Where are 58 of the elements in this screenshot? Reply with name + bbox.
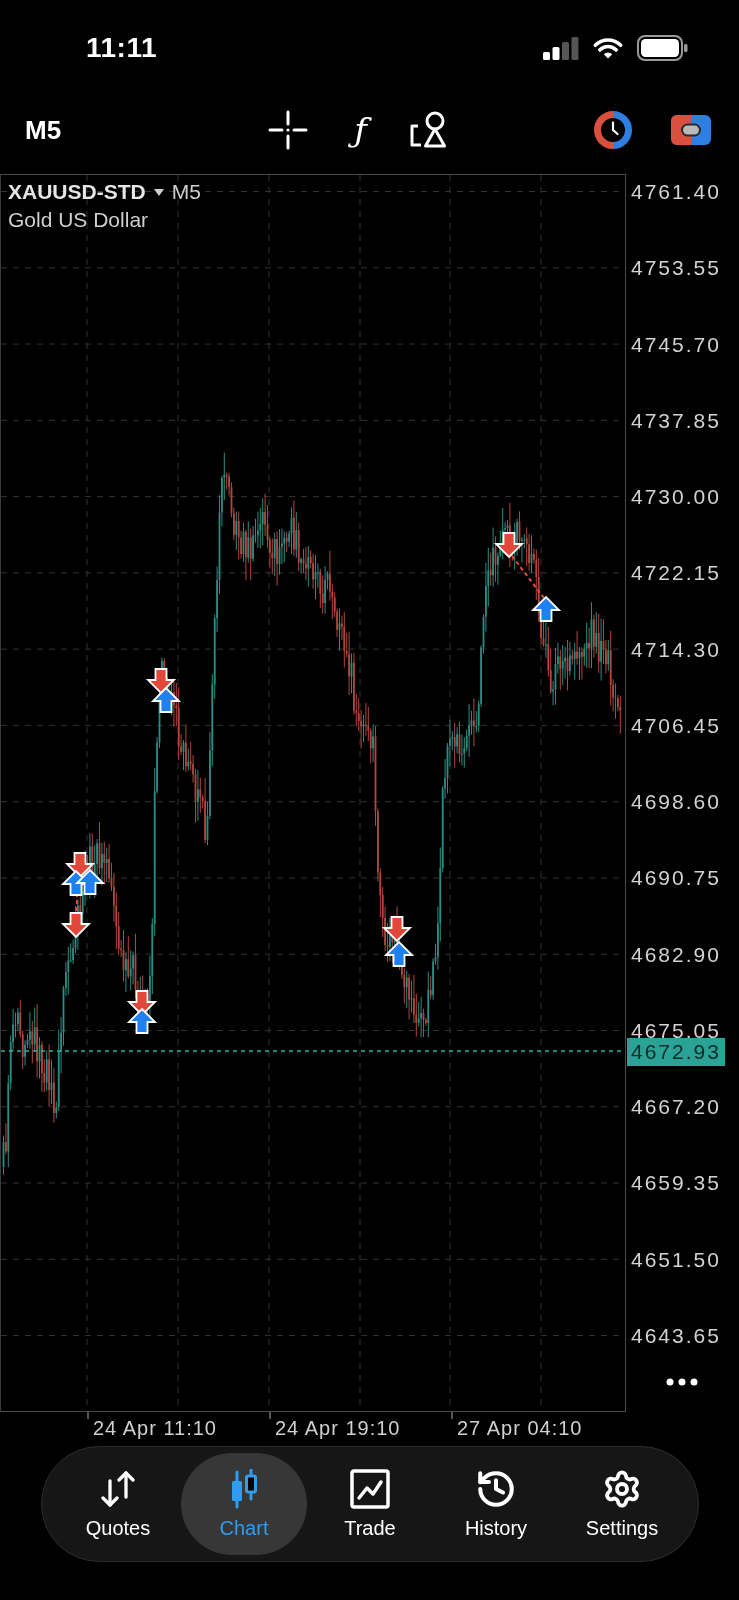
current-price-label: 4672.93 [627, 1038, 725, 1066]
chart-timeframe: M5 [171, 179, 201, 205]
down-arrow-icon [60, 912, 92, 939]
price-label: 4737.85 [631, 408, 721, 433]
function-button[interactable]: ƒ [348, 110, 373, 150]
shapes-button[interactable] [408, 111, 447, 149]
price-label: 4753.55 [631, 256, 721, 281]
status-time: 11:11 [86, 32, 158, 64]
price-label: 4706.45 [631, 713, 721, 738]
price-label: 4722.15 [631, 561, 721, 586]
down-arrow-icon [145, 668, 177, 695]
history-tab[interactable]: History [433, 1453, 559, 1555]
price-label: 4714.30 [631, 637, 721, 662]
symbol-name[interactable]: XAUUSD-STD [8, 179, 146, 205]
chart-tab[interactable]: Chart [181, 1453, 307, 1555]
price-label: 4690.75 [631, 866, 721, 891]
more-icon [666, 1378, 698, 1386]
toggle-button[interactable] [671, 114, 711, 146]
up-arrow-icon [150, 686, 182, 713]
up-arrow-icon [383, 940, 415, 967]
shapes-icon [408, 111, 447, 149]
price-label: 4730.00 [631, 485, 721, 510]
price-label: 4651.50 [631, 1247, 721, 1272]
history-icon [475, 1468, 517, 1510]
signal-icon [543, 36, 579, 60]
wifi-icon [592, 36, 624, 60]
crosshair-icon [268, 110, 309, 150]
dropdown-caret-icon[interactable] [153, 188, 164, 196]
down-arrow-icon [64, 852, 96, 879]
time-label: 24 Apr 19:10 [275, 1416, 401, 1440]
up-arrow-icon [74, 868, 106, 895]
crosshair-button[interactable] [268, 110, 309, 150]
settings-tab[interactable]: Settings [559, 1453, 685, 1555]
time-label: 24 Apr 11:10 [93, 1416, 217, 1440]
up-arrow-icon [126, 1007, 158, 1034]
time-label: 27 Apr 04:10 [457, 1416, 583, 1440]
trade-tab[interactable]: Trade [307, 1453, 433, 1555]
price-label: 4682.90 [631, 942, 721, 967]
settings-icon [602, 1469, 642, 1509]
candlestick-icon [229, 1469, 259, 1509]
symbol-description: Gold US Dollar [8, 207, 150, 233]
timeframe-button[interactable]: M5 [25, 114, 62, 146]
line-chart-icon [350, 1469, 390, 1509]
price-label: 4745.70 [631, 332, 721, 357]
clock-icon [593, 110, 633, 150]
up-arrow-icon [530, 595, 562, 622]
dashed-line [511, 555, 545, 599]
down-arrow-icon [381, 916, 413, 943]
clock-button[interactable] [593, 110, 633, 150]
down-arrow-icon [493, 532, 525, 559]
price-label: 4761.40 [631, 180, 721, 204]
battery-icon [637, 35, 689, 61]
toggle-icon [671, 114, 711, 146]
quotes-tab[interactable]: Quotes [55, 1453, 181, 1555]
price-label: 4667.20 [631, 1095, 721, 1120]
price-label: 4643.65 [631, 1324, 721, 1348]
price-label: 4698.60 [631, 790, 721, 815]
price-label: 4659.35 [631, 1171, 721, 1196]
